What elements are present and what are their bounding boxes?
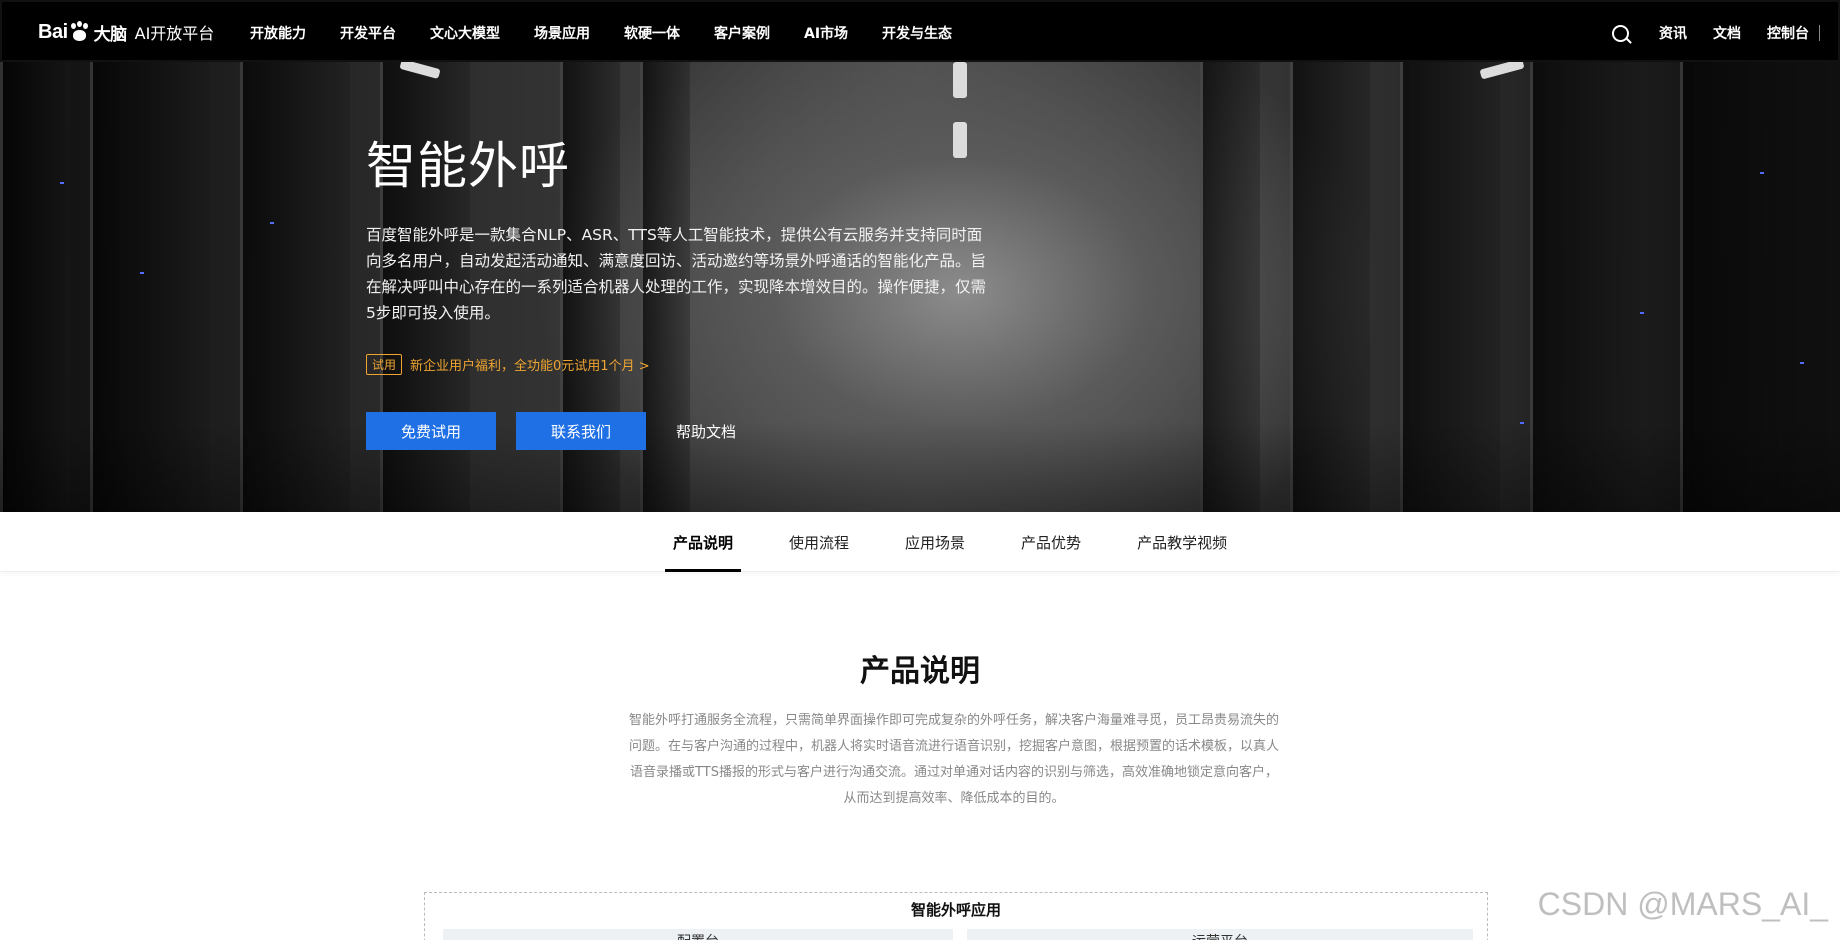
rack-led xyxy=(1760,172,1764,174)
hero-title: 智能外呼 xyxy=(366,137,570,195)
hero-floor xyxy=(0,422,1840,512)
nav-item-ai-market[interactable]: AI市场 xyxy=(804,23,848,43)
nav-item-wenxin[interactable]: 文心大模型 xyxy=(430,23,500,43)
tab-tutorial-videos[interactable]: 产品教学视频 xyxy=(1129,512,1235,572)
rack-led xyxy=(140,272,144,274)
ops-panel: 运营平台 xyxy=(967,929,1473,940)
app-diagram-box: 智能外呼应用 配置台 运营平台 xyxy=(424,892,1488,940)
tab-usage-flow[interactable]: 使用流程 xyxy=(781,512,857,572)
rack-led xyxy=(60,182,64,184)
section-tabs: 产品说明 使用流程 应用场景 产品优势 产品教学视频 xyxy=(665,512,1275,572)
baidu-brain-logo[interactable]: Bai 大脑 AI开放平台 xyxy=(38,16,214,48)
help-docs-link[interactable]: 帮助文档 xyxy=(676,421,736,442)
config-panel: 配置台 xyxy=(443,929,953,940)
logo-latin: Bai xyxy=(38,20,68,43)
free-trial-button[interactable]: 免费试用 xyxy=(366,412,496,450)
nav-item-console[interactable]: 控制台 xyxy=(1767,23,1809,43)
hero-actions: 免费试用 联系我们 帮助文档 xyxy=(366,412,736,450)
hero-description: 百度智能外呼是一款集合NLP、ASR、TTS等人工智能技术，提供公有云服务并支持… xyxy=(366,226,987,322)
section-description: 智能外呼打通服务全流程，只需简单界面操作即可完成复杂的外呼任务，解决客户海量难寻… xyxy=(628,713,1279,806)
logo-subtitle: AI开放平台 xyxy=(134,24,215,43)
ceiling-light xyxy=(953,62,967,98)
nav-item-cases[interactable]: 客户案例 xyxy=(714,23,770,43)
nav-item-dev-platform[interactable]: 开发平台 xyxy=(340,23,396,43)
rack-led xyxy=(1640,312,1644,314)
nav-item-news[interactable]: 资讯 xyxy=(1659,23,1687,43)
nav-item-ecosystem[interactable]: 开发与生态 xyxy=(882,23,952,43)
csdn-watermark: CSDN @MARS_AI_ xyxy=(1537,886,1828,922)
nav-item-docs[interactable]: 文档 xyxy=(1713,23,1741,43)
section-title: 产品说明 xyxy=(860,654,980,689)
top-nav: Bai 大脑 AI开放平台 开放能力 开发平台 文心大模型 场景应用 软硬一体 … xyxy=(0,0,1840,62)
trial-badge: 试用 xyxy=(366,354,403,375)
trial-offer: 试用 新企业用户福利，全功能0元试用1个月 > xyxy=(366,354,650,375)
logo-cn: 大脑 xyxy=(93,24,128,44)
section-tabbar: 产品说明 使用流程 应用场景 产品优势 产品教学视频 xyxy=(0,512,1840,572)
tab-advantages[interactable]: 产品优势 xyxy=(1013,512,1089,572)
logo-mark: Bai 大脑 xyxy=(38,20,127,45)
tab-product-intro[interactable]: 产品说明 xyxy=(665,512,742,572)
tab-scenarios[interactable]: 应用场景 xyxy=(897,512,973,572)
nav-item-capabilities[interactable]: 开放能力 xyxy=(250,23,306,43)
nav-divider xyxy=(1819,25,1820,41)
rack-led xyxy=(1800,362,1804,364)
main-nav: 开放能力 开发平台 文心大模型 场景应用 软硬一体 客户案例 AI市场 开发与生… xyxy=(250,2,986,64)
ceiling-light xyxy=(953,122,967,158)
nav-item-hardware[interactable]: 软硬一体 xyxy=(624,23,680,43)
rack-led xyxy=(270,222,274,224)
contact-us-button[interactable]: 联系我们 xyxy=(516,412,646,450)
nav-right: 资讯 文档 控制台 xyxy=(1612,2,1820,64)
paw-icon xyxy=(69,21,91,43)
search-icon[interactable] xyxy=(1612,24,1629,42)
trial-offer-link[interactable]: 新企业用户福利，全功能0元试用1个月 > xyxy=(410,355,650,374)
nav-item-scenarios[interactable]: 场景应用 xyxy=(534,23,590,43)
app-diagram-title: 智能外呼应用 xyxy=(910,901,1001,919)
hero-banner: 智能外呼 百度智能外呼是一款集合NLP、ASR、TTS等人工智能技术，提供公有云… xyxy=(0,62,1840,512)
